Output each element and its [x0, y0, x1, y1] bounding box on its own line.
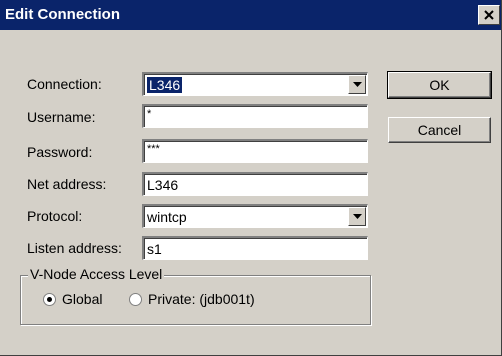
- radio-private-label[interactable]: Private: (jdb001t): [148, 291, 255, 307]
- connection-combo[interactable]: L346: [142, 72, 368, 96]
- close-icon: [484, 10, 494, 20]
- connection-value: L346: [147, 77, 183, 93]
- listen-address-field[interactable]: s1: [142, 236, 368, 260]
- chevron-down-icon: [353, 82, 362, 87]
- net-address-label: Net address:: [27, 176, 107, 192]
- protocol-combo[interactable]: wintcp: [142, 204, 368, 228]
- protocol-value: wintcp: [147, 209, 187, 225]
- title-bar[interactable]: Edit Connection: [0, 0, 501, 30]
- password-label: Password:: [27, 144, 93, 160]
- access-level-title: V-Node Access Level: [28, 266, 165, 282]
- username-field[interactable]: *: [142, 104, 368, 128]
- radio-selected-icon[interactable]: [43, 293, 56, 306]
- edit-connection-dialog: Edit Connection Connection: L346 Usernam…: [0, 0, 502, 356]
- listen-address-label: Listen address:: [27, 240, 122, 256]
- radio-unselected-icon[interactable]: [129, 293, 142, 306]
- protocol-label: Protocol:: [27, 208, 83, 224]
- net-address-field[interactable]: L346: [142, 172, 368, 196]
- protocol-dropdown-button[interactable]: [348, 207, 366, 226]
- connection-dropdown-button[interactable]: [348, 75, 366, 94]
- radio-global-label[interactable]: Global: [62, 291, 102, 307]
- username-label: Username:: [27, 109, 96, 125]
- connection-label: Connection:: [27, 76, 102, 92]
- cancel-button[interactable]: Cancel: [388, 117, 491, 143]
- dialog-title: Edit Connection: [5, 6, 120, 23]
- password-field[interactable]: ***: [142, 139, 368, 163]
- chevron-down-icon: [353, 214, 362, 219]
- ok-button[interactable]: OK: [387, 71, 492, 99]
- close-button[interactable]: [478, 5, 500, 25]
